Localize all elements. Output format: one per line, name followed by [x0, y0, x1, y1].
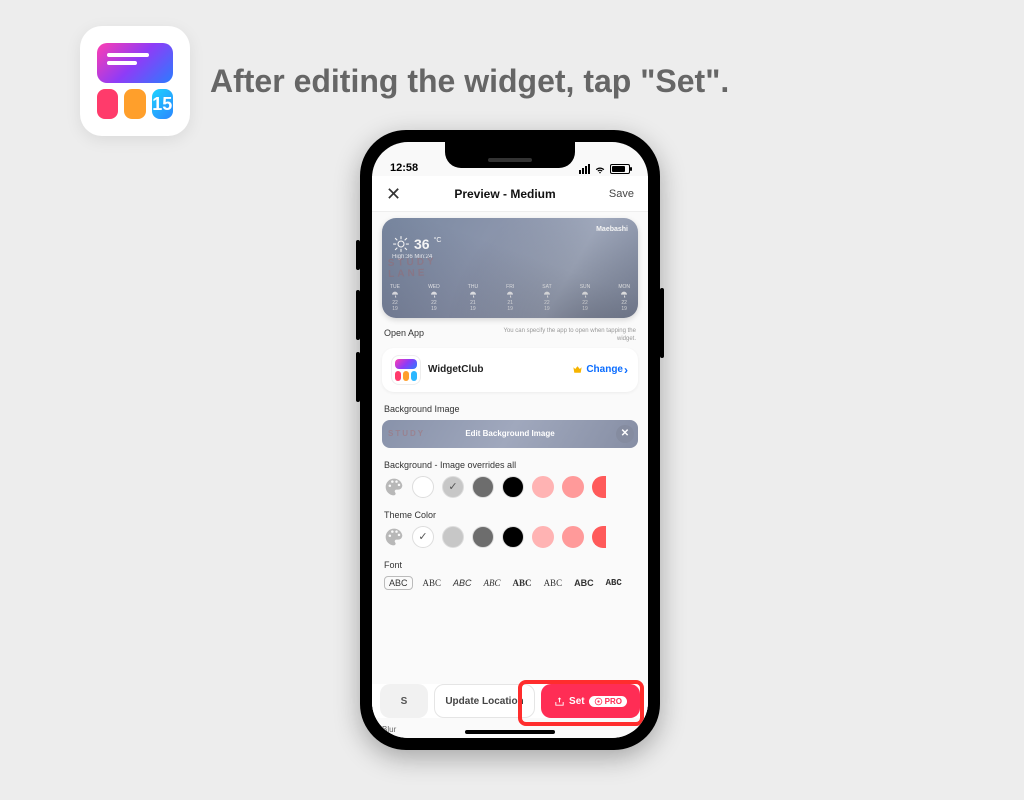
bg-color-swatch[interactable]: [562, 476, 584, 498]
bg-color-label: Background - Image overrides all: [384, 460, 636, 470]
widget-high-low: High:36 Min:24: [392, 254, 628, 260]
signal-icon: [579, 164, 590, 174]
chevron-right-icon: ›: [624, 363, 628, 377]
font-option[interactable]: ABC: [482, 576, 503, 590]
open-app-card[interactable]: WidgetClub Change ›: [382, 348, 638, 392]
medal-icon: [594, 697, 603, 706]
bg-color-swatch[interactable]: [532, 476, 554, 498]
bg-color-swatch[interactable]: [592, 476, 606, 498]
wifi-icon: [594, 164, 606, 174]
font-option[interactable]: ABC: [572, 576, 596, 590]
palette-icon[interactable]: [384, 527, 404, 547]
app-icon-swatch-red: [97, 89, 118, 119]
phone-screen: 12:58 ✕ Preview - Medium Save Maebashi: [372, 142, 648, 738]
app-icon-top: [97, 43, 173, 83]
theme-color-row: [382, 526, 638, 548]
instruction-text: After editing the widget, tap "Set".: [210, 63, 729, 100]
sun-icon: [392, 235, 410, 253]
nav-bar: ✕ Preview - Medium Save: [372, 176, 648, 212]
phone-notch: [445, 142, 575, 168]
instruction-header: 15 After editing the widget, tap "Set".: [80, 26, 729, 136]
font-option[interactable]: ABC: [604, 576, 624, 590]
bg-color-swatch[interactable]: [472, 476, 494, 498]
open-app-icon: [392, 356, 420, 384]
bg-color-row: [382, 476, 638, 498]
widget-forecast-row: TUE22 19 WED22 19 THU21 19 FRI21 19 SAT2…: [390, 284, 630, 312]
edit-bg-image-button[interactable]: STUDY Edit Background Image ✕: [382, 420, 638, 448]
font-option[interactable]: ABC: [421, 576, 444, 590]
open-app-label: Open App: [384, 328, 424, 338]
widget-unit: °C: [434, 237, 442, 244]
close-icon[interactable]: ✕: [386, 185, 401, 203]
blur-label: Blur: [382, 725, 396, 734]
theme-color-swatch[interactable]: [592, 526, 606, 548]
theme-color-swatch[interactable]: [412, 526, 434, 548]
theme-color-label: Theme Color: [384, 510, 636, 520]
font-option[interactable]: ABC: [451, 576, 474, 590]
font-label: Font: [384, 560, 636, 570]
open-app-hint: You can specify the app to open when tap…: [496, 328, 636, 344]
open-app-name: WidgetClub: [428, 364, 564, 375]
font-option[interactable]: ABC: [542, 576, 565, 590]
phone-mock: 12:58 ✕ Preview - Medium Save Maebashi: [360, 130, 660, 750]
font-option[interactable]: ABC: [511, 576, 534, 590]
share-up-icon: [554, 696, 565, 707]
widget-preview[interactable]: Maebashi 36 °C High:36 M: [382, 218, 638, 318]
change-app-button[interactable]: Change ›: [572, 363, 628, 377]
bg-color-swatch[interactable]: [412, 476, 434, 498]
status-time: 12:58: [390, 162, 418, 174]
bg-color-swatch[interactable]: [442, 476, 464, 498]
bg-color-swatch[interactable]: [502, 476, 524, 498]
update-location-button[interactable]: Update Location: [434, 684, 535, 718]
home-indicator: [465, 730, 555, 734]
app-icon-card: 15: [80, 26, 190, 136]
battery-icon: [610, 164, 630, 174]
widget-location: Maebashi: [596, 226, 628, 233]
crown-icon: [572, 364, 583, 375]
widget-temp: 36: [414, 236, 430, 252]
app-icon-swatch-blue: 15: [152, 89, 173, 119]
theme-color-swatch[interactable]: [502, 526, 524, 548]
settings-button[interactable]: S: [380, 684, 428, 718]
font-option[interactable]: ABC: [384, 576, 413, 590]
bottom-action-bar: S Update Location Set PRO: [372, 684, 648, 718]
editor-content: Maebashi 36 °C High:36 M: [372, 212, 648, 738]
bg-image-label: Background Image: [384, 404, 636, 414]
pro-badge: PRO: [589, 696, 627, 707]
clear-bg-image-icon[interactable]: ✕: [616, 425, 634, 443]
app-icon-swatch-orange: [124, 89, 145, 119]
set-button[interactable]: Set PRO: [541, 684, 640, 718]
theme-color-swatch[interactable]: [562, 526, 584, 548]
font-row: ABC ABC ABC ABC ABC ABC ABC ABC: [382, 576, 638, 590]
nav-title: Preview - Medium: [454, 187, 555, 201]
theme-color-swatch[interactable]: [532, 526, 554, 548]
theme-color-swatch[interactable]: [442, 526, 464, 548]
save-button[interactable]: Save: [609, 188, 634, 200]
theme-color-swatch[interactable]: [472, 526, 494, 548]
palette-icon[interactable]: [384, 477, 404, 497]
